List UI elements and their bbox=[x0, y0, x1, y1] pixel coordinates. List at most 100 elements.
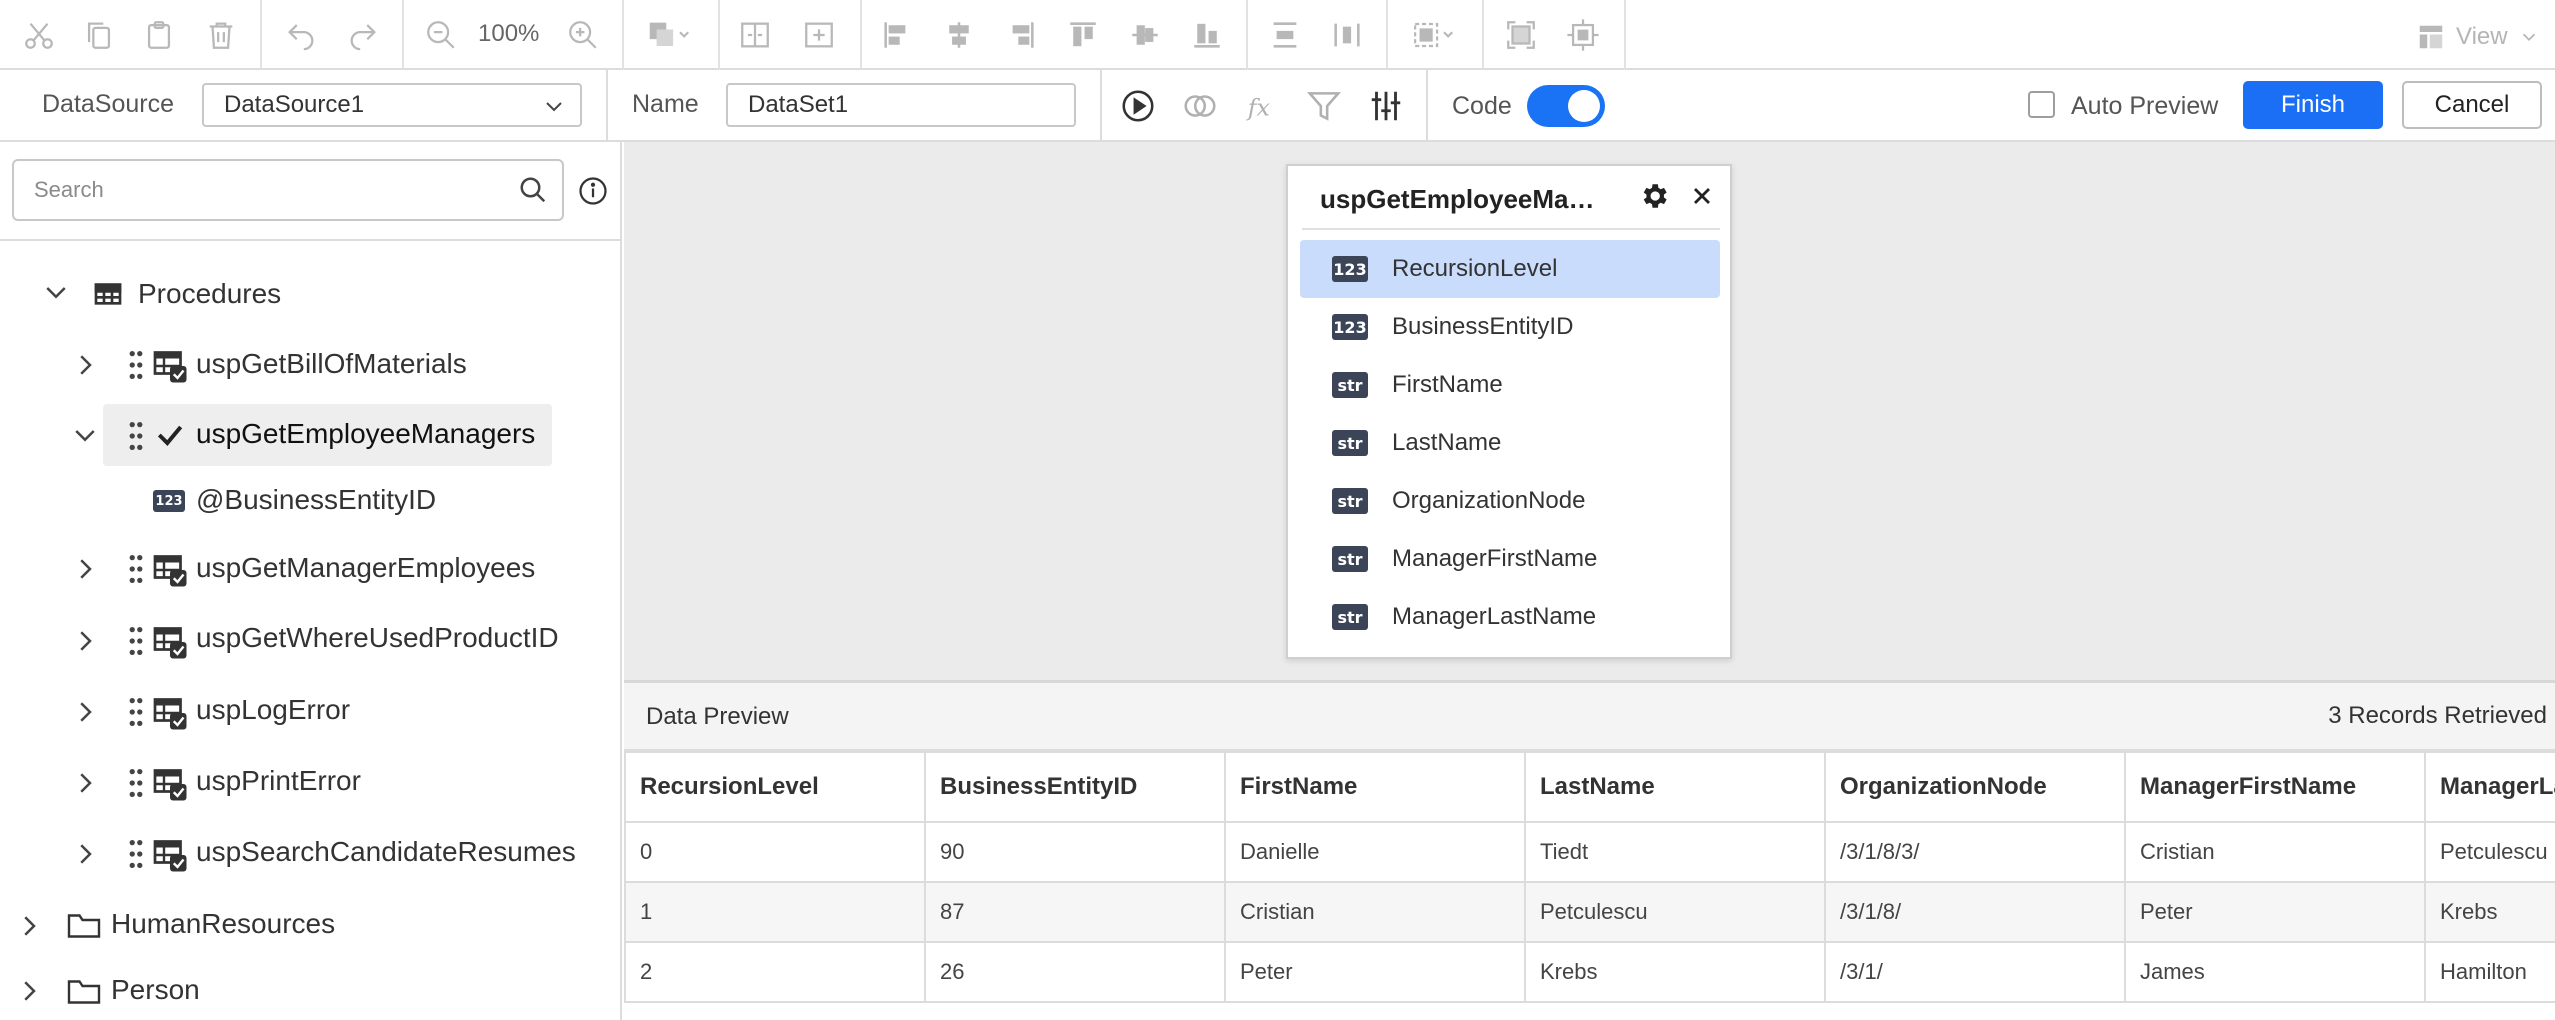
shape-style-dropdown[interactable] bbox=[638, 12, 700, 58]
group-button[interactable] bbox=[732, 12, 778, 58]
column-item-ManagerFirstName[interactable]: str ManagerFirstName bbox=[1300, 530, 1720, 588]
numeric-type-badge: 123 bbox=[1332, 314, 1368, 340]
chevron-down-icon bbox=[546, 102, 562, 112]
cancel-button[interactable]: Cancel bbox=[2402, 81, 2542, 129]
chevron-right-icon[interactable] bbox=[70, 554, 100, 584]
data-preview-title: Data Preview bbox=[646, 703, 789, 730]
chevron-down-icon[interactable] bbox=[41, 278, 71, 308]
column-header[interactable]: OrganizationNode bbox=[1824, 751, 2126, 823]
folder-icon bbox=[67, 914, 101, 938]
select-mode-dropdown[interactable] bbox=[1402, 12, 1464, 58]
column-header[interactable]: FirstName bbox=[1224, 751, 1526, 823]
column-header[interactable]: RecursionLevel bbox=[624, 751, 926, 823]
table-row[interactable]: 1 87 Cristian Petculescu /3/1/8/ Peter K… bbox=[624, 881, 2555, 943]
column-item-LastName[interactable]: str LastName bbox=[1300, 414, 1720, 472]
align-middle-button[interactable] bbox=[1122, 12, 1168, 58]
search-input[interactable]: Search bbox=[12, 159, 564, 221]
align-center-icon bbox=[949, 22, 969, 48]
column-name: OrganizationNode bbox=[1392, 487, 1586, 514]
align-top-button[interactable] bbox=[1060, 12, 1106, 58]
chevron-down-icon[interactable] bbox=[70, 421, 100, 451]
selection-icon bbox=[1414, 22, 1454, 48]
filter-button[interactable] bbox=[1302, 84, 1346, 128]
zoom-out-button[interactable] bbox=[418, 12, 464, 58]
chevron-right-icon[interactable] bbox=[14, 976, 44, 1006]
chevron-right-icon[interactable] bbox=[70, 626, 100, 656]
align-right-button[interactable] bbox=[998, 12, 1044, 58]
align-center-button[interactable] bbox=[936, 12, 982, 58]
paste-icon bbox=[147, 21, 171, 49]
table-cell: Cristian bbox=[1224, 881, 1526, 943]
column-name: FirstName bbox=[1392, 371, 1503, 398]
gear-icon[interactable] bbox=[1638, 180, 1670, 212]
info-icon[interactable] bbox=[578, 176, 608, 206]
delete-button[interactable] bbox=[198, 12, 244, 58]
table-cell: Hamilton bbox=[2424, 941, 2555, 1003]
drag-handle-icon[interactable] bbox=[126, 624, 146, 658]
column-item-BusinessEntityID[interactable]: 123 BusinessEntityID bbox=[1300, 298, 1720, 356]
datasource-value: DataSource1 bbox=[224, 91, 365, 118]
chevron-right-icon[interactable] bbox=[70, 697, 100, 727]
chevron-right-icon[interactable] bbox=[70, 350, 100, 380]
fit-to-width-button[interactable] bbox=[1560, 12, 1606, 58]
column-header[interactable]: ManagerFirstName bbox=[2124, 751, 2426, 823]
table-cell: Petculescu bbox=[2424, 821, 2555, 883]
drag-handle-icon[interactable] bbox=[126, 419, 146, 453]
cut-button[interactable] bbox=[16, 12, 62, 58]
chevron-right-icon[interactable] bbox=[70, 768, 100, 798]
expression-button[interactable]: fx bbox=[1240, 84, 1284, 128]
zoom-level[interactable]: 100% bbox=[478, 20, 539, 48]
view-dropdown[interactable]: View bbox=[2416, 20, 2540, 54]
run-query-button[interactable] bbox=[1116, 84, 1160, 128]
search-icon[interactable] bbox=[518, 175, 548, 205]
fit-to-page-button[interactable] bbox=[1498, 12, 1544, 58]
redo-button[interactable] bbox=[340, 12, 386, 58]
ungroup-button[interactable] bbox=[796, 12, 842, 58]
table-row[interactable]: 0 90 Danielle Tiedt /3/1/8/3/ Cristian P… bbox=[624, 821, 2555, 883]
datasource-dropdown[interactable]: DataSource1 bbox=[202, 83, 582, 127]
parameters-button[interactable] bbox=[1364, 84, 1408, 128]
tree-procedures-label[interactable]: Procedures bbox=[138, 278, 281, 310]
paste-button[interactable] bbox=[136, 12, 182, 58]
table-cell: /3/1/ bbox=[1824, 941, 2126, 1003]
column-header[interactable]: ManagerLastName bbox=[2424, 751, 2555, 823]
undo-button[interactable] bbox=[278, 12, 324, 58]
dataset-name-input[interactable]: DataSet1 bbox=[726, 83, 1076, 127]
column-item-ManagerLastName[interactable]: str ManagerLastName bbox=[1300, 588, 1720, 646]
data-preview-grid[interactable]: RecursionLevel BusinessEntityID FirstNam… bbox=[624, 751, 2555, 1020]
auto-preview-checkbox[interactable] bbox=[2028, 91, 2055, 118]
table-cell: Tiedt bbox=[1524, 821, 1826, 883]
distribute-vertical-button[interactable] bbox=[1262, 12, 1308, 58]
drag-handle-icon[interactable] bbox=[126, 695, 146, 729]
column-header[interactable]: LastName bbox=[1524, 751, 1826, 823]
group-icon bbox=[741, 22, 769, 48]
copy-button[interactable] bbox=[76, 12, 122, 58]
join-button[interactable] bbox=[1178, 84, 1222, 128]
dataset-name-value: DataSet1 bbox=[748, 91, 849, 118]
function-icon: fx bbox=[1246, 94, 1271, 122]
align-right-icon bbox=[1012, 22, 1034, 48]
chevron-right-icon[interactable] bbox=[14, 911, 44, 941]
tree-item-label: uspGetBillOfMaterials bbox=[196, 348, 467, 379]
procedure-card[interactable]: uspGetEmployeeManagers 123 RecursionLeve… bbox=[1286, 164, 1732, 659]
view-label: View bbox=[2456, 23, 2508, 50]
close-icon[interactable] bbox=[1688, 182, 1716, 210]
chevron-down-icon bbox=[2522, 33, 2535, 42]
data-preview-header: Data Preview 3 Records Retrieved bbox=[624, 683, 2555, 751]
drag-handle-icon[interactable] bbox=[126, 766, 146, 800]
column-item-RecursionLevel[interactable]: 123 RecursionLevel bbox=[1300, 240, 1720, 298]
drag-handle-icon[interactable] bbox=[126, 348, 146, 382]
distribute-horizontal-button[interactable] bbox=[1324, 12, 1370, 58]
finish-button[interactable]: Finish bbox=[2243, 81, 2383, 129]
drag-handle-icon[interactable] bbox=[126, 552, 146, 586]
zoom-in-button[interactable] bbox=[560, 12, 606, 58]
align-left-button[interactable] bbox=[874, 12, 920, 58]
column-item-OrganizationNode[interactable]: str OrganizationNode bbox=[1300, 472, 1720, 530]
table-row[interactable]: 2 26 Peter Krebs /3/1/ James Hamilton bbox=[624, 941, 2555, 1003]
chevron-right-icon[interactable] bbox=[70, 839, 100, 869]
column-item-FirstName[interactable]: str FirstName bbox=[1300, 356, 1720, 414]
align-bottom-button[interactable] bbox=[1184, 12, 1230, 58]
drag-handle-icon[interactable] bbox=[126, 837, 146, 871]
column-header[interactable]: BusinessEntityID bbox=[924, 751, 1226, 823]
code-toggle[interactable] bbox=[1527, 85, 1605, 127]
